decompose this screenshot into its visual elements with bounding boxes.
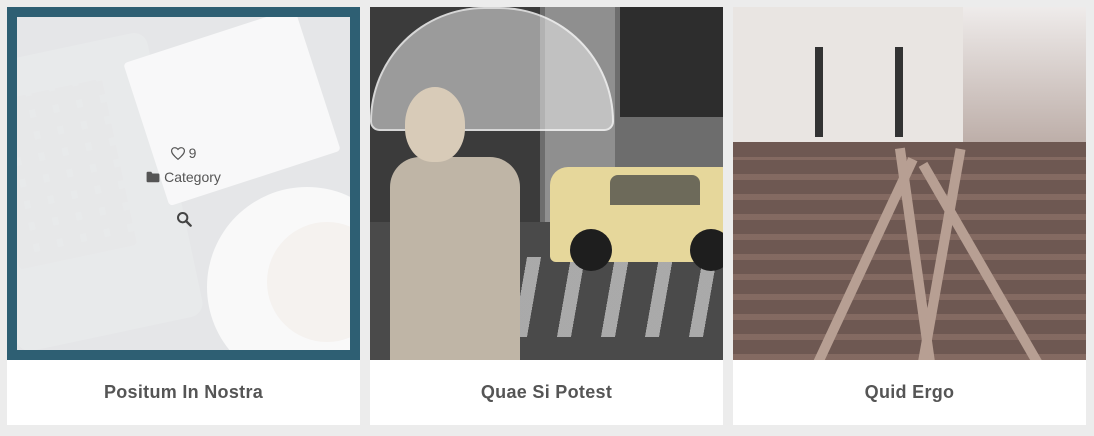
portfolio-card[interactable]: Quid Ergo (733, 7, 1086, 425)
card-title[interactable]: Positum In Nostra (7, 360, 360, 425)
portfolio-grid: 9 Category Positum In Nostra Quae Si Pot… (7, 7, 1086, 425)
portfolio-card[interactable]: Quae Si Potest (370, 7, 723, 425)
zoom-button[interactable] (176, 211, 192, 227)
card-title[interactable]: Quid Ergo (733, 360, 1086, 425)
category-link[interactable]: Category (146, 169, 221, 185)
card-image[interactable] (733, 7, 1086, 360)
card-image[interactable] (370, 7, 723, 360)
railway-photo (733, 7, 1086, 360)
card-image[interactable]: 9 Category (7, 7, 360, 360)
likes-link[interactable]: 9 (170, 145, 197, 161)
search-icon (176, 211, 192, 227)
card-title[interactable]: Quae Si Potest (370, 360, 723, 425)
hover-overlay[interactable]: 9 Category (17, 17, 350, 350)
category-label: Category (164, 169, 221, 185)
folder-icon (146, 171, 160, 183)
street-photo (370, 7, 723, 360)
portfolio-card[interactable]: 9 Category Positum In Nostra (7, 7, 360, 425)
heart-icon (170, 146, 185, 160)
likes-count: 9 (188, 145, 197, 161)
